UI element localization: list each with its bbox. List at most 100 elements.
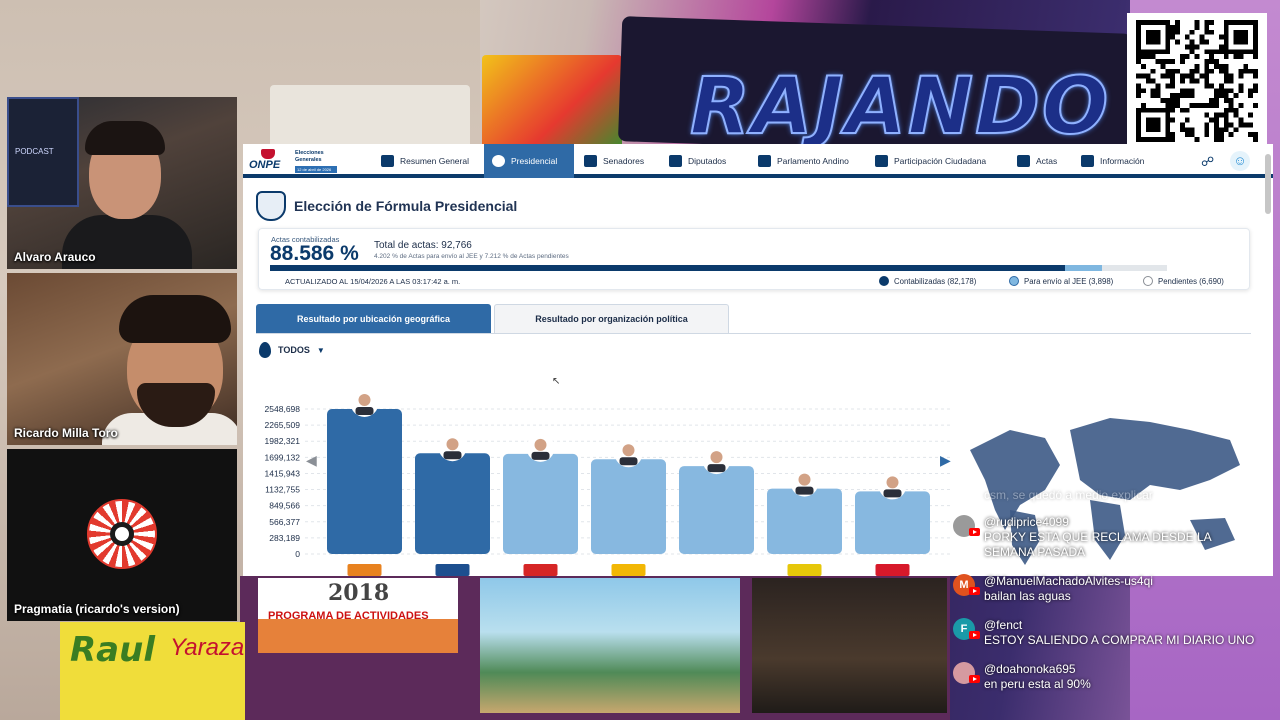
webcam-tile-3: Pragmatia (ricardo's version)	[7, 449, 237, 621]
qr-code	[1127, 13, 1267, 149]
qr-module	[1199, 73, 1205, 79]
qr-module	[1165, 127, 1171, 133]
qr-module	[1155, 127, 1161, 133]
nav-actas[interactable]: Actas	[1009, 144, 1065, 178]
nav-presidencial[interactable]: Presidencial	[484, 144, 574, 178]
candidate-face	[798, 473, 811, 486]
accessibility-icon[interactable]: ☺	[1230, 151, 1250, 171]
qr-module	[1189, 39, 1195, 45]
qr-module	[1248, 112, 1254, 118]
chart-bar	[679, 466, 754, 554]
legend-label: Para envío al JEE (3,898)	[1024, 276, 1114, 286]
qr-module	[1223, 127, 1229, 133]
y-tick-label: 2265,509	[265, 420, 301, 430]
qr-module	[1204, 59, 1210, 64]
qr-module	[1194, 54, 1200, 60]
person-hair	[85, 121, 165, 155]
building-icon	[669, 155, 682, 167]
qr-module	[1248, 122, 1254, 128]
qr-module	[1218, 88, 1224, 94]
qr-module	[1170, 83, 1176, 89]
qr-module	[1184, 132, 1190, 138]
qr-module	[1214, 59, 1219, 64]
nav-label: Resumen General	[400, 156, 469, 166]
qr-module	[1150, 88, 1156, 94]
qr-module	[1150, 20, 1156, 25]
tab-organizacion-politica[interactable]: Resultado por organización política	[494, 304, 729, 333]
qr-module	[1175, 93, 1180, 99]
chart-prev-arrow-icon[interactable]: ◀	[306, 452, 317, 469]
page-scrollbar[interactable]	[1265, 154, 1271, 214]
qr-module	[1194, 68, 1200, 74]
qr-module	[1170, 24, 1176, 30]
qr-module	[1228, 102, 1234, 108]
qr-module	[1214, 132, 1219, 138]
nav-resumen-general[interactable]: Resumen General	[373, 144, 477, 178]
legend-dot-empty	[1143, 276, 1153, 286]
nav-participacion-ciudadana[interactable]: Participación Ciudadana	[867, 144, 994, 178]
qr-module	[1253, 83, 1258, 89]
qr-module	[1165, 44, 1171, 50]
y-tick-label: 1132,755	[265, 485, 300, 495]
qr-module	[1170, 34, 1176, 40]
qr-module	[1140, 49, 1146, 55]
qr-module	[1155, 122, 1161, 128]
qr-module	[1238, 117, 1244, 123]
location-filter[interactable]: TODOS ▼	[259, 342, 325, 358]
candidate-suit	[443, 451, 462, 460]
nav-senadores[interactable]: Senadores	[576, 144, 652, 178]
qr-module	[1209, 98, 1215, 103]
qr-module	[1136, 112, 1141, 118]
qr-module	[1194, 78, 1200, 84]
qr-module	[1238, 88, 1244, 94]
qr-module	[1223, 44, 1229, 50]
qr-module	[1223, 63, 1229, 69]
qr-module	[1209, 20, 1215, 25]
qr-module	[1233, 49, 1239, 55]
qr-module	[1150, 122, 1156, 128]
location-pin-icon	[259, 342, 271, 358]
qr-module	[1253, 24, 1258, 30]
qr-module	[1253, 49, 1258, 55]
qr-module	[1145, 29, 1151, 35]
qr-module	[1179, 88, 1185, 94]
qr-module	[1170, 93, 1176, 99]
qr-module	[1150, 117, 1156, 123]
qr-module	[1243, 20, 1249, 25]
qr-module	[1218, 137, 1224, 142]
nav-diputados[interactable]: Diputados	[661, 144, 734, 178]
page-title-row: Elección de Fórmula Presidencial	[256, 191, 517, 221]
qr-module	[1136, 34, 1141, 40]
qr-module	[1204, 29, 1210, 35]
qr-module	[1179, 93, 1185, 99]
qr-module	[1170, 137, 1176, 142]
qr-module	[1253, 34, 1258, 40]
onpe-logo[interactable]: ONPE Elecciones Generales 12 de abril de…	[249, 147, 339, 175]
qr-module	[1238, 102, 1244, 108]
qr-module	[1228, 132, 1234, 138]
qr-module	[1218, 93, 1224, 99]
qr-module	[1194, 20, 1200, 25]
share-icon[interactable]: ☍	[1201, 154, 1214, 170]
qr-module	[1170, 73, 1176, 79]
nav-informacion[interactable]: Información	[1073, 144, 1152, 178]
qr-module	[1145, 54, 1151, 60]
qr-module	[1238, 122, 1244, 128]
qr-module	[1136, 88, 1141, 94]
qr-module	[1238, 68, 1244, 74]
qr-module	[1218, 112, 1224, 118]
qr-module	[1184, 34, 1190, 40]
candidate-face	[710, 451, 723, 464]
tab-ubicacion-geografica[interactable]: Resultado por ubicación geográfica	[256, 304, 491, 333]
poster-raul-text: Raul	[70, 630, 155, 670]
y-tick-label: 566,377	[269, 517, 300, 527]
chevron-down-icon: ▼	[316, 345, 325, 355]
nav-parlamento-andino[interactable]: Parlamento Andino	[750, 144, 857, 178]
webcam-tile-1: PODCAST Alvaro Arauco	[7, 97, 237, 269]
qr-module	[1223, 78, 1229, 84]
qr-module	[1218, 132, 1224, 138]
participant-name: Pragmatia (ricardo's version)	[14, 602, 180, 616]
qr-module	[1223, 93, 1229, 99]
qr-module	[1165, 117, 1171, 123]
qr-module	[1136, 122, 1141, 128]
